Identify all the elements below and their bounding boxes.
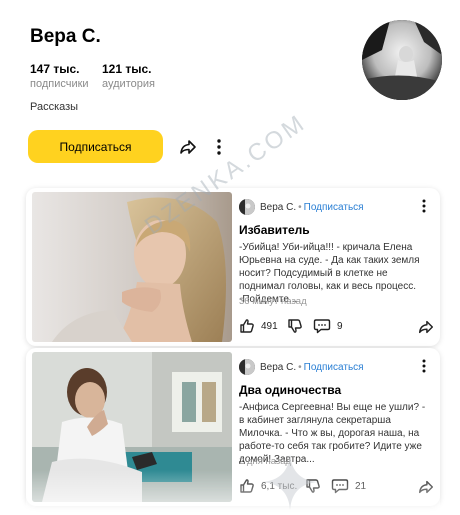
like-button[interactable]: 6,1 тыс. — [239, 478, 297, 494]
separator-dot: • — [298, 201, 302, 213]
audience-count: 121 тыс. — [102, 62, 152, 76]
thumbs-down-icon — [306, 479, 320, 493]
like-count: 491 — [261, 320, 278, 332]
share-post-button[interactable] — [417, 478, 440, 496]
channel-name: Вера С. — [30, 26, 101, 47]
thumbs-down-icon — [288, 319, 302, 333]
subscribe-button[interactable]: Подписаться — [28, 130, 163, 163]
comment-count: 21 — [355, 480, 367, 492]
post-body: Вера С. • Подписаться Два одиночества -А… — [239, 348, 440, 506]
post-author-row: Вера С. • Подписаться — [239, 199, 364, 215]
thumbs-up-icon — [240, 479, 254, 493]
post-title[interactable]: Два одиночества — [239, 383, 341, 397]
post-time: 2 дня назад — [239, 456, 292, 467]
channel-description: Рассказы — [30, 101, 79, 113]
like-button[interactable]: 491 — [239, 318, 278, 334]
author-avatar[interactable] — [239, 359, 255, 375]
comment-icon — [331, 479, 349, 494]
post-card[interactable]: Вера С. • Подписаться Избавитель -Убийца… — [26, 188, 440, 346]
post-author-row: Вера С. • Подписаться — [239, 359, 364, 375]
comments-button[interactable]: 9 — [313, 318, 343, 334]
post-image[interactable] — [32, 192, 232, 342]
post-more-icon[interactable] — [418, 197, 430, 215]
share-post-button[interactable] — [417, 318, 440, 336]
post-image[interactable] — [32, 352, 232, 502]
audience-stat: 121 тыс. аудитория — [102, 62, 155, 90]
post-author[interactable]: Вера С. — [260, 202, 296, 213]
share-icon — [418, 320, 434, 334]
comment-icon — [313, 319, 331, 334]
post-subscribe-link[interactable]: Подписаться — [304, 362, 364, 373]
like-count: 6,1 тыс. — [261, 480, 298, 492]
post-subscribe-link[interactable]: Подписаться — [304, 202, 364, 213]
share-icon — [418, 480, 434, 494]
post-time: 36 минут назад — [239, 296, 307, 307]
more-options-icon[interactable] — [211, 137, 227, 157]
post-body: Вера С. • Подписаться Избавитель -Убийца… — [239, 188, 440, 346]
thumbs-up-icon — [240, 319, 254, 333]
post-actions: 6,1 тыс. 21 — [239, 478, 435, 500]
subscribers-count: 147 тыс. — [30, 62, 80, 76]
dislike-button[interactable] — [305, 478, 327, 494]
author-avatar[interactable] — [239, 199, 255, 215]
subscribers-label: подписчики — [30, 78, 89, 90]
post-card[interactable]: Вера С. • Подписаться Два одиночества -А… — [26, 348, 440, 506]
post-title[interactable]: Избавитель — [239, 223, 310, 237]
channel-avatar[interactable] — [362, 20, 442, 100]
post-author[interactable]: Вера С. — [260, 362, 296, 373]
share-icon[interactable] — [178, 137, 198, 157]
separator-dot: • — [298, 361, 302, 373]
audience-label: аудитория — [102, 78, 155, 90]
dislike-button[interactable] — [287, 318, 309, 334]
post-actions: 491 9 — [239, 318, 435, 340]
comments-button[interactable]: 21 — [331, 478, 366, 494]
subscribers-stat: 147 тыс. подписчики — [30, 62, 89, 90]
post-more-icon[interactable] — [418, 357, 430, 375]
comment-count: 9 — [337, 320, 343, 332]
